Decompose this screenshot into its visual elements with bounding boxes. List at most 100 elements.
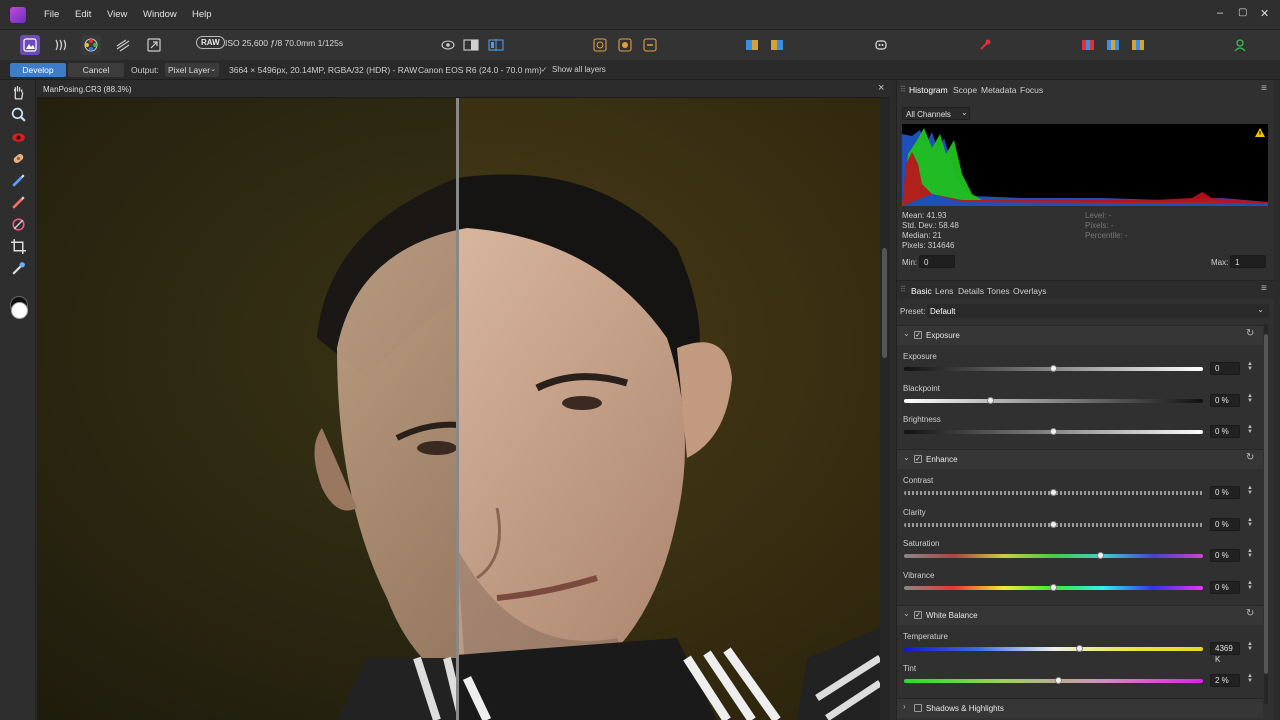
menu-edit[interactable]: Edit <box>75 9 91 20</box>
document-title[interactable]: ManPosing.CR3 (88.3%) <box>43 85 131 94</box>
slider-clarity-value[interactable]: 0 % <box>1210 517 1240 531</box>
reset-icon[interactable]: ↻ <box>1246 328 1254 339</box>
panel-grip-icon[interactable]: ⠿ <box>900 85 906 94</box>
clip-highlights-icon[interactable] <box>615 35 635 55</box>
mirror-view-icon[interactable] <box>486 35 506 55</box>
stepper-icon[interactable]: ▲ ▼ <box>1247 548 1253 559</box>
stepper-icon[interactable]: ▲ ▼ <box>1247 517 1253 528</box>
slider-vibrance-handle[interactable] <box>1049 583 1057 591</box>
assistant-right-icon[interactable] <box>767 35 787 55</box>
min-field[interactable]: 0 <box>919 255 955 268</box>
stepper-icon[interactable]: ▲ ▼ <box>1247 393 1253 404</box>
tab-basic[interactable]: Basic <box>911 286 932 296</box>
panel-menu-icon[interactable]: ≡ <box>1261 83 1267 94</box>
overlay-erase-icon[interactable] <box>10 194 27 211</box>
slider-exposure-handle[interactable] <box>1049 365 1057 372</box>
max-field[interactable]: 1 <box>1230 255 1266 268</box>
tab-metadata[interactable]: Metadata <box>981 85 1016 95</box>
clip-shadows-icon[interactable] <box>590 35 610 55</box>
develop-persona-icon[interactable] <box>81 35 101 55</box>
clip-tones-icon[interactable] <box>640 35 660 55</box>
develop-scrollbar[interactable] <box>1264 324 1268 704</box>
slider-vibrance-value[interactable]: 0 % <box>1210 580 1240 594</box>
cancel-button[interactable]: Cancel <box>68 63 124 77</box>
slider-saturation-track[interactable] <box>904 554 1203 558</box>
minimize-icon[interactable]: – <box>1217 7 1223 19</box>
hand-tool-icon[interactable] <box>10 84 27 101</box>
section-enhance-checkbox[interactable]: ✓ <box>914 455 922 463</box>
slider-clarity-handle[interactable] <box>1049 520 1057 528</box>
panel-grip-icon-2[interactable]: ⠿ <box>900 285 906 294</box>
mask-overlay-icon[interactable] <box>1078 35 1098 55</box>
stepper-icon[interactable]: ▲ ▼ <box>1247 673 1253 684</box>
menu-file[interactable]: File <box>44 9 59 20</box>
maximize-icon[interactable]: ▢ <box>1238 7 1247 18</box>
tab-details[interactable]: Details <box>958 286 984 296</box>
chevron-down-icon[interactable]: ⌄ <box>903 329 910 338</box>
develop-panel-menu-icon[interactable]: ≡ <box>1261 283 1267 294</box>
reset-icon[interactable]: ↻ <box>1246 608 1254 619</box>
scrollbar-thumb[interactable] <box>882 248 887 358</box>
stepper-icon[interactable]: ▲ ▼ <box>1247 361 1253 372</box>
output-select[interactable]: Pixel Layer ⌄ <box>165 63 219 77</box>
mask-overlay-blue-icon[interactable] <box>1103 35 1123 55</box>
stepper-icon[interactable]: ▲ ▼ <box>1247 641 1253 652</box>
zoom-tool-icon[interactable] <box>10 106 27 123</box>
canvas-scrollbar[interactable] <box>880 98 890 720</box>
overlay-gradient-icon[interactable] <box>10 216 27 233</box>
slider-brightness-handle[interactable] <box>1049 428 1057 435</box>
stepper-icon[interactable]: ▲ ▼ <box>1247 485 1253 496</box>
white-balance-picker-icon[interactable] <box>10 260 27 277</box>
show-all-layers-checkbox[interactable]: ✓ <box>541 65 547 74</box>
view-original-icon[interactable] <box>438 35 458 55</box>
slider-tint-track[interactable] <box>904 678 1203 683</box>
menu-view[interactable]: View <box>107 9 127 20</box>
channel-select[interactable]: All Channels ⌄ <box>902 107 970 120</box>
mask-overlay-yellow-icon[interactable] <box>1128 35 1148 55</box>
liquify-persona-icon[interactable] <box>51 35 71 55</box>
image-canvas[interactable] <box>37 98 880 720</box>
tab-tones[interactable]: Tones <box>987 286 1010 296</box>
photo-persona-icon[interactable] <box>20 35 40 55</box>
tab-focus[interactable]: Focus <box>1020 85 1043 95</box>
blemish-tool-icon[interactable] <box>10 150 27 167</box>
chevron-down-icon[interactable]: ⌄ <box>903 609 910 618</box>
tab-lens[interactable]: Lens <box>935 286 953 296</box>
slider-blackpoint-track[interactable] <box>904 398 1203 403</box>
crop-tool-icon[interactable] <box>10 238 27 255</box>
develop-scrollbar-thumb[interactable] <box>1264 334 1268 674</box>
user-account-icon[interactable] <box>1230 35 1250 55</box>
tone-mapping-persona-icon[interactable] <box>113 35 133 55</box>
stepper-icon[interactable]: ▲ ▼ <box>1247 580 1253 591</box>
split-view-icon[interactable] <box>461 35 481 55</box>
assistant-left-icon[interactable] <box>742 35 762 55</box>
section-exposure-checkbox[interactable]: ✓ <box>914 331 922 339</box>
preset-select[interactable]: Default ⌄ <box>927 304 1269 318</box>
reset-icon[interactable]: ↻ <box>1246 452 1254 463</box>
slider-blackpoint-value[interactable]: 0 % <box>1210 393 1240 407</box>
chevron-right-icon[interactable]: › <box>903 702 906 711</box>
primary-color-swatch[interactable] <box>11 302 28 319</box>
close-window-icon[interactable]: ✕ <box>1260 7 1269 20</box>
tab-scope[interactable]: Scope <box>953 85 977 95</box>
slider-exposure-value[interactable]: 0 <box>1210 362 1240 375</box>
tab-overlays[interactable]: Overlays <box>1013 286 1047 296</box>
slider-tint-value[interactable]: 2 % <box>1210 673 1240 687</box>
chevron-down-icon[interactable]: ⌄ <box>903 453 910 462</box>
slider-brightness-value[interactable]: 0 % <box>1210 425 1240 438</box>
overlay-brush-icon[interactable] <box>10 172 27 189</box>
slider-temperature-track[interactable] <box>904 647 1203 651</box>
slider-saturation-value[interactable]: 0 % <box>1210 549 1240 562</box>
slider-temperature-value[interactable]: 4369 K <box>1210 642 1240 664</box>
slider-tint-handle[interactable] <box>1055 676 1063 684</box>
menu-help[interactable]: Help <box>192 9 212 20</box>
red-eye-tool-icon[interactable] <box>10 128 27 145</box>
split-divider[interactable] <box>456 98 459 720</box>
export-persona-icon[interactable] <box>144 35 164 55</box>
develop-button[interactable]: Develop <box>10 63 66 77</box>
red-eye-icon[interactable] <box>975 35 995 55</box>
assistant-icon[interactable] <box>871 35 891 55</box>
slider-blackpoint-handle[interactable] <box>986 396 994 404</box>
section-white_balance-checkbox[interactable]: ✓ <box>914 611 922 619</box>
slider-contrast-value[interactable]: 0 % <box>1210 486 1240 499</box>
